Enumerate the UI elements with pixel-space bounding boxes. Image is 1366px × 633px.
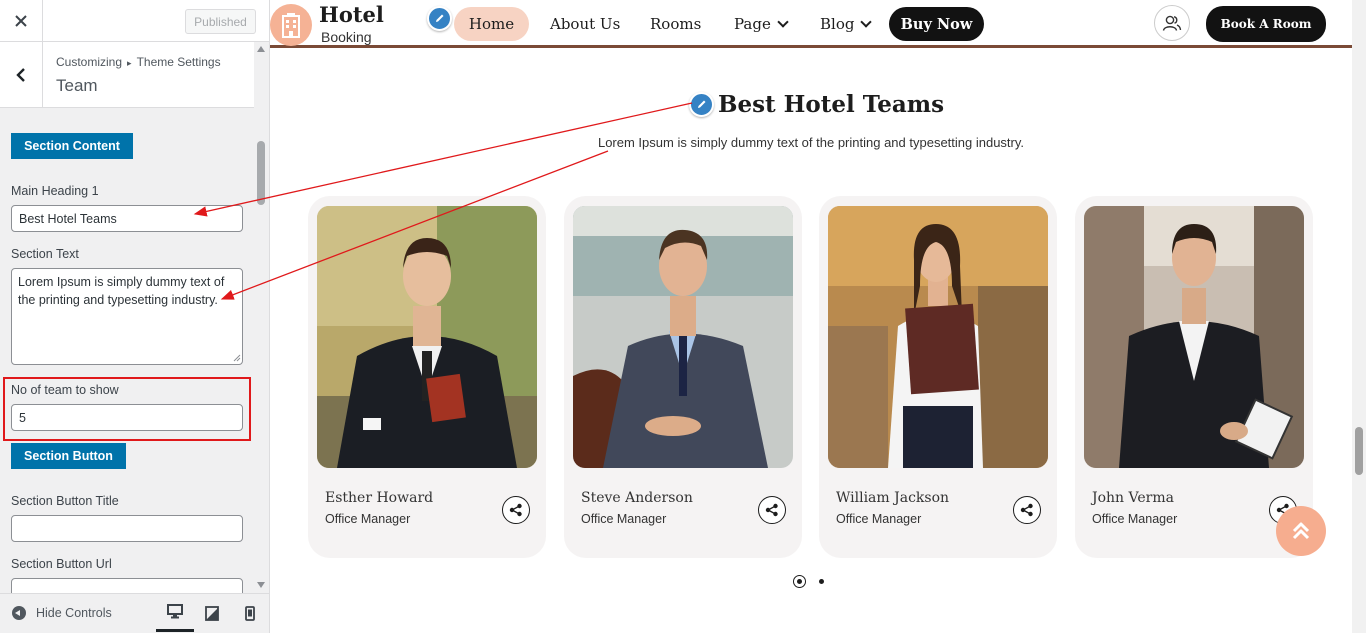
team-card: John Verma Office Manager [1075,196,1313,558]
team-member-role: Office Manager [325,512,411,526]
scroll-up-arrow-icon[interactable] [257,46,265,52]
customizer-footer: Hide Controls [0,593,269,633]
panel-header: Customizing ▸ Theme Settings Team [0,42,254,108]
nav-item-blog-label: Blog [820,15,855,33]
breadcrumb-root: Customizing [56,55,123,69]
share-icon [765,503,778,517]
scroll-down-arrow-icon[interactable] [257,582,265,588]
nav-item-about[interactable]: About Us [550,7,620,41]
preview-desktop-button[interactable] [156,594,194,632]
team-card: Esther Howard Office Manager [308,196,546,558]
nav-item-home[interactable]: Home [454,7,529,41]
back-button[interactable] [0,42,43,107]
breadcrumb-separator: ▸ [127,58,132,68]
button-url-input[interactable] [11,578,243,593]
preview-mobile-button[interactable] [231,594,269,632]
nav-item-rooms[interactable]: Rooms [650,7,701,41]
logo-subtitle: Booking [321,29,372,45]
team-member-photo [828,206,1048,468]
section-button-heading: Section Button [11,443,126,469]
edit-heading-pencil-icon[interactable] [689,92,714,117]
site-header: Hotel Booking Home About Us Rooms Page B… [270,0,1352,48]
team-section-heading: Best Hotel Teams [718,91,945,118]
team-member-name: William Jackson [836,490,950,506]
buy-now-button[interactable]: Buy Now [889,7,984,41]
section-text-label: Section Text [11,247,79,261]
nav-item-page[interactable]: Page [734,7,789,41]
team-member-name: Steve Anderson [581,490,693,506]
team-member-role: Office Manager [1092,512,1178,526]
customizer-top-bar: Published [0,0,269,42]
team-member-photo [1084,206,1304,468]
preview-tablet-button[interactable] [193,594,231,632]
chevron-down-icon [777,15,789,28]
team-member-role: Office Manager [581,512,667,526]
close-customizer-button[interactable] [0,0,43,42]
share-button[interactable] [758,496,786,524]
textarea-resize-handle[interactable] [233,354,241,362]
user-group-icon [1162,15,1182,31]
scroll-to-top-button[interactable] [1276,506,1326,556]
team-member-name: Esther Howard [325,490,434,506]
team-count-input[interactable]: 5 [11,404,243,431]
close-icon [15,15,27,27]
team-card: Steve Anderson Office Manager [564,196,802,558]
site-preview: Hotel Booking Home About Us Rooms Page B… [270,0,1352,633]
main-heading-label: Main Heading 1 [11,184,99,198]
tablet-icon [205,605,219,621]
preview-scroll-thumb[interactable] [1355,427,1363,475]
desktop-icon [167,604,183,619]
section-content-heading: Section Content [11,133,133,159]
panel-title: Team [56,76,98,95]
sidebar-scrollbar[interactable] [254,42,269,593]
chevron-left-icon [16,67,25,82]
hide-controls-label: Hide Controls [36,606,112,620]
published-button[interactable]: Published [185,9,256,34]
nav-item-page-label: Page [734,15,771,33]
collapse-arrow-icon [12,606,26,620]
mobile-icon [245,605,255,621]
hotel-building-icon[interactable] [270,4,312,46]
button-title-label: Section Button Title [11,494,119,508]
button-title-input[interactable] [11,515,243,542]
share-button[interactable] [1013,496,1041,524]
team-count-label: No of team to show [11,383,119,397]
share-icon [509,503,522,517]
slider-dot[interactable] [819,579,824,584]
chevron-down-icon [860,15,873,28]
preview-scrollbar[interactable] [1352,0,1366,633]
controls-list[interactable]: Section Content Main Heading 1 Best Hote… [0,108,254,593]
sidebar-scroll-thumb[interactable] [257,141,265,205]
main-heading-input[interactable]: Best Hotel Teams [11,205,243,232]
section-text-textarea[interactable]: Lorem Ipsum is simply dummy text of the … [11,268,243,365]
breadcrumb-parent: Theme Settings [136,55,221,69]
team-member-photo [573,206,793,468]
share-button[interactable] [502,496,530,524]
user-account-button[interactable] [1154,5,1190,41]
edit-shortcut-pencil-icon[interactable] [427,6,452,31]
slider-dot-active[interactable] [793,575,806,588]
team-member-role: Office Manager [836,512,922,526]
customizer-sidebar: Published Customizing ▸ Theme Settings Tea… [0,0,270,633]
share-icon [1020,503,1033,517]
double-chevron-up-icon [1292,522,1310,540]
team-member-name: John Verma [1092,490,1174,506]
team-member-photo [317,206,537,468]
logo-title[interactable]: Hotel [319,2,384,27]
breadcrumb: Customizing ▸ Theme Settings [56,55,221,69]
nav-item-blog[interactable]: Blog [820,7,873,41]
book-a-room-button[interactable]: Book A Room [1206,6,1326,42]
button-url-label: Section Button Url [11,557,112,571]
hide-controls-button[interactable]: Hide Controls [12,606,112,620]
team-section-text: Lorem Ipsum is simply dummy text of the … [597,135,1025,150]
team-card: William Jackson Office Manager [819,196,1057,558]
